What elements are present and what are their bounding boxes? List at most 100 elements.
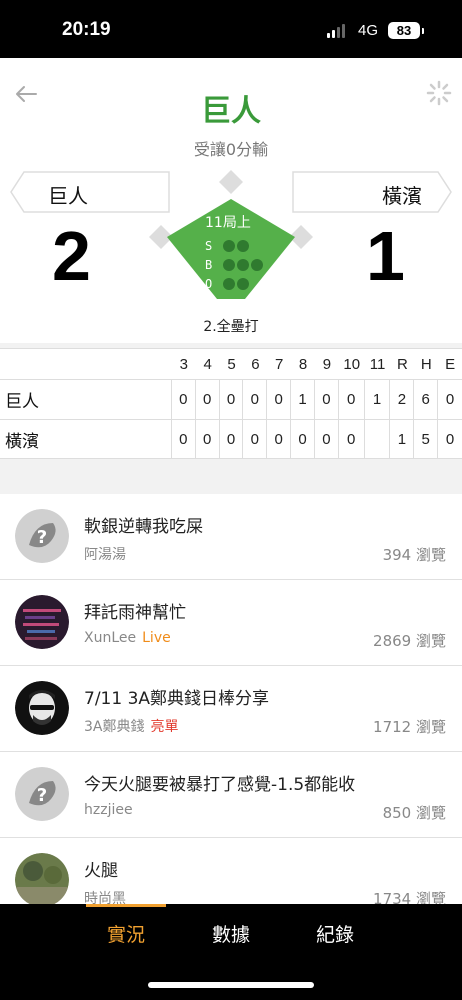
list-item[interactable]: 拜託雨神幫忙 XunLee Live 2869 瀏覽 bbox=[0, 580, 462, 666]
score-cell: 0 bbox=[339, 380, 365, 419]
post-views: 394 瀏覽 bbox=[382, 546, 446, 564]
score-cell: 0 bbox=[267, 380, 292, 419]
errors-cell: 0 bbox=[445, 430, 455, 448]
score-cell: 0 bbox=[196, 420, 220, 458]
score-cell: 0 bbox=[267, 420, 292, 458]
post-title: 軟銀逆轉我吃屎 bbox=[84, 517, 203, 537]
default-avatar-icon: ? bbox=[15, 509, 69, 563]
inning-header: 6 bbox=[251, 355, 260, 373]
hits-header: H bbox=[420, 355, 432, 373]
score-cell: 0 bbox=[196, 380, 220, 419]
tab-stats[interactable]: 數據 bbox=[212, 920, 250, 947]
list-item[interactable]: ? 今天火腿要被暴打了感覺-1.5都能收 hzzjiee 850 瀏覽 bbox=[0, 752, 462, 838]
author-name: 3A鄭典錢 bbox=[84, 719, 145, 735]
inning-header: 11 bbox=[369, 355, 386, 373]
svg-text:?: ? bbox=[37, 527, 47, 548]
away-team-name: 巨人 bbox=[48, 184, 88, 208]
score-cell: 0 bbox=[291, 420, 315, 458]
runs-cell: 2 bbox=[390, 380, 415, 419]
score-cell: 0 bbox=[315, 420, 339, 458]
inning-header: 9 bbox=[322, 355, 332, 373]
post-views: 2869 瀏覽 bbox=[373, 632, 446, 650]
score-cell: 1 bbox=[365, 380, 391, 419]
active-tab-indicator bbox=[86, 904, 166, 907]
inning-header: 8 bbox=[298, 355, 308, 373]
last-play: 2.全壘打 bbox=[203, 319, 259, 335]
post-author: XunLee Live bbox=[84, 630, 171, 646]
score-cell: 0 bbox=[220, 420, 244, 458]
strike-label: S bbox=[205, 239, 213, 253]
signal-icon bbox=[327, 24, 345, 38]
tab-records[interactable]: 紀錄 bbox=[316, 920, 354, 947]
battery-icon: 83 bbox=[388, 22, 424, 39]
avatar: ? bbox=[15, 767, 69, 821]
avatar bbox=[15, 681, 69, 735]
post-title: 7/11 3A鄭典錢日棒分享 bbox=[84, 689, 270, 709]
ball-dots bbox=[223, 259, 263, 271]
out-label: O bbox=[205, 277, 213, 291]
author-name: 阿湯湯 bbox=[84, 547, 126, 563]
scoreboard-header-row: 3 4 5 6 7 8 9 10 11 R H E bbox=[0, 349, 462, 379]
post-title: 今天火腿要被暴打了感覺-1.5都能收 bbox=[84, 775, 356, 795]
avatar bbox=[15, 595, 69, 649]
away-score: 2 bbox=[52, 217, 91, 295]
list-item[interactable]: 火腿 時尚黑 1734 瀏覽 bbox=[0, 838, 462, 904]
inning-header: 4 bbox=[203, 355, 212, 373]
status-time: 20:19 bbox=[62, 19, 111, 40]
score-cell: 0 bbox=[339, 420, 365, 458]
post-author: hzzjiee bbox=[84, 802, 133, 818]
live-badge: Live bbox=[142, 630, 171, 646]
hits-cell: 6 bbox=[414, 380, 439, 419]
post-list: ? 軟銀逆轉我吃屎 阿湯湯 394 瀏覽 拜託雨神幫忙 XunLee Live bbox=[0, 494, 462, 904]
list-item[interactable]: ? 軟銀逆轉我吃屎 阿湯湯 394 瀏覽 bbox=[0, 494, 462, 580]
score-cell: 0 bbox=[172, 380, 196, 419]
handicap-result: 受讓0分輸 bbox=[193, 140, 269, 159]
home-score: 1 bbox=[366, 217, 405, 295]
post-views: 1734 瀏覽 bbox=[373, 890, 446, 904]
post-views: 850 瀏覽 bbox=[382, 804, 446, 822]
author-name: hzzjiee bbox=[84, 802, 133, 818]
app-content: 巨人 受讓0分輸 巨人 橫濱 2 1 11局上 S B O 2.全壘打 3 4 … bbox=[0, 58, 462, 904]
scoreboard-team: 橫濱 bbox=[0, 420, 172, 458]
author-name: 時尚黑 bbox=[84, 891, 126, 904]
page-title: 巨人 bbox=[201, 94, 261, 129]
bottom-tab-bar: 實況 數據 紀錄 bbox=[0, 904, 462, 960]
ball-label: B bbox=[205, 258, 213, 272]
default-avatar-icon: ? bbox=[15, 767, 69, 821]
post-title: 拜託雨神幫忙 bbox=[84, 603, 186, 623]
scoreboard-row-home: 橫濱 0 0 0 0 0 0 0 0 1 5 0 bbox=[0, 419, 462, 459]
inning-header: 10 bbox=[343, 355, 361, 373]
home-indicator[interactable] bbox=[148, 982, 314, 988]
post-title: 火腿 bbox=[84, 861, 118, 881]
user-avatar-image bbox=[15, 595, 69, 649]
bet-slip-badge: 亮單 bbox=[150, 719, 179, 735]
score-cell: 0 bbox=[172, 420, 196, 458]
runs-cell: 1 bbox=[390, 420, 415, 458]
scoreboard-team: 巨人 bbox=[0, 380, 172, 419]
score-cell: 0 bbox=[243, 420, 268, 458]
status-bar: 20:19 4G 83 bbox=[0, 0, 462, 58]
list-item[interactable]: 7/11 3A鄭典錢日棒分享 3A鄭典錢 亮單 1712 瀏覽 bbox=[0, 666, 462, 752]
avatar bbox=[15, 853, 69, 904]
scoreboard: 3 4 5 6 7 8 9 10 11 R H E 巨人 0 0 0 0 0 1… bbox=[0, 348, 462, 459]
errors-cell: 0 bbox=[445, 391, 455, 408]
scoreboard-corner bbox=[0, 349, 172, 379]
inning-header: 3 bbox=[179, 355, 188, 373]
network-label: 4G bbox=[358, 22, 379, 39]
errors-header: E bbox=[445, 355, 456, 373]
inning-label: 11局上 bbox=[205, 215, 251, 231]
post-author: 3A鄭典錢 亮單 bbox=[84, 716, 178, 736]
home-team-name: 橫濱 bbox=[382, 184, 422, 208]
post-author: 時尚黑 bbox=[84, 888, 126, 904]
svg-text:?: ? bbox=[37, 785, 47, 806]
post-views: 1712 瀏覽 bbox=[373, 718, 446, 736]
runs-header: R bbox=[396, 355, 408, 373]
tab-live[interactable]: 實況 bbox=[107, 920, 145, 947]
out-dots bbox=[223, 278, 249, 290]
author-name: XunLee bbox=[84, 630, 137, 646]
score-cell: 0 bbox=[243, 380, 268, 419]
strike-dots bbox=[223, 240, 249, 252]
user-avatar-image bbox=[15, 853, 69, 904]
score-cell: 1 bbox=[291, 380, 315, 419]
scoreboard-row-away: 巨人 0 0 0 0 0 1 0 0 1 2 6 0 bbox=[0, 379, 462, 419]
